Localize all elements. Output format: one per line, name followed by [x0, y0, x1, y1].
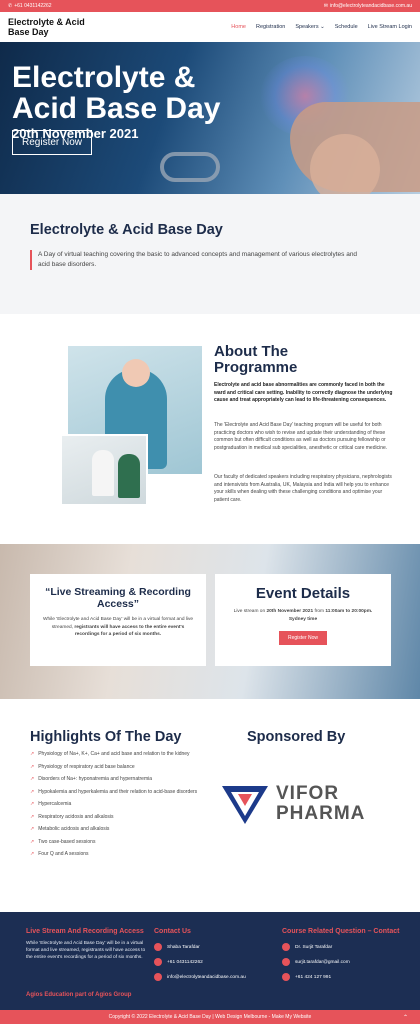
- arrow-icon: ↗: [30, 788, 35, 795]
- nav-home[interactable]: Home: [231, 24, 246, 30]
- about-paragraph-1: The 'Electrolyte and Acid Base Day' teac…: [214, 422, 388, 451]
- arrow-icon: ↗: [30, 801, 35, 807]
- phone-icon: [154, 958, 162, 966]
- nav-speakers[interactable]: Speakers ⌄: [295, 24, 324, 30]
- live-streaming-card: “Live Streaming & Recording Access” Whil…: [30, 574, 206, 666]
- event-details-heading: Event Details: [255, 585, 351, 602]
- copyright-bar: Copyright © 2022 Electrolyte & Acid Base…: [0, 1010, 420, 1024]
- intro-section: Electrolyte & Acid Base Day A Day of vir…: [0, 194, 420, 314]
- hero-title: Electrolyte & Acid Base Day: [12, 61, 221, 125]
- scroll-top-icon[interactable]: ⌃: [403, 1014, 408, 1021]
- footer: Live Stream And Recording Access While '…: [0, 912, 420, 1010]
- copyright-text: Copyright © 2022 Electrolyte & Acid Base…: [108, 1014, 312, 1020]
- vifor-pharma-logo[interactable]: VIFOR PHARMA: [222, 784, 365, 824]
- footer-contact-email[interactable]: info@electrolyteandacidbase.com.au: [154, 973, 274, 981]
- chevron-down-icon: ⌄: [320, 24, 325, 30]
- user-icon: [154, 943, 162, 951]
- email-contact[interactable]: ✉ info@electrolyteandacidbase.com.au: [324, 3, 412, 9]
- sponsored-heading: Sponsored By: [247, 729, 346, 745]
- intro-text: A Day of virtual teaching covering the b…: [30, 250, 370, 270]
- arrow-icon: ↗: [30, 838, 35, 845]
- agios-link[interactable]: Agios Education part of Agios Group: [26, 992, 131, 998]
- site-logo[interactable]: Electrolyte & Acid Base Day: [8, 17, 85, 37]
- event-details-card: Event Details Live stream on 20th Novemb…: [215, 574, 391, 666]
- arrow-icon: ↗: [30, 826, 35, 832]
- event-details-text: Live stream on 20th November 2021 from 1…: [233, 609, 373, 622]
- phone-contact[interactable]: ✆ +61 0431142262: [8, 3, 52, 9]
- footer-course-heading: Course Related Question – Contact: [282, 928, 400, 935]
- arrow-icon: ↗: [30, 851, 35, 857]
- footer-contact-phone[interactable]: +61 0431142262: [154, 958, 274, 966]
- list-item: ↗ Hypokalemia and hyperkalemia and their …: [30, 788, 198, 795]
- highlights-section: Highlights Of The Day Sponsored By ↗ Phys…: [0, 699, 420, 912]
- top-bar: ✆ +61 0431142262 ✉ info@electrolyteandacid…: [0, 0, 420, 12]
- live-streaming-text: While 'Electrolyte and Acid Base Day' wi…: [42, 617, 194, 637]
- footer-live-heading: Live Stream And Recording Access: [26, 928, 144, 935]
- list-item: ↗ Metabolic acidosis and alkalosis: [30, 826, 110, 832]
- event-register-button[interactable]: Register Now: [278, 631, 327, 645]
- event-section: “Live Streaming & Recording Access” Whil…: [0, 544, 420, 699]
- nurse-head: [122, 359, 150, 387]
- mail-icon: [154, 973, 162, 981]
- footer-col-contact: Contact Us Shaba Tarafdar +61 0431142262…: [154, 927, 274, 981]
- doctor-figure: [92, 450, 114, 496]
- about-lead-text: Electrolyte and acid base abnormalities …: [214, 382, 393, 403]
- register-now-button[interactable]: Register Now: [12, 130, 93, 155]
- live-streaming-heading: “Live Streaming & Recording Access”: [45, 586, 191, 610]
- about-section: About The Programme Electrolyte and acid …: [0, 314, 420, 544]
- footer-course-name: Dr. Surjit Tarafdar: [282, 943, 402, 951]
- list-item: ↗ Four Q and A sessions: [30, 851, 89, 857]
- user-icon: [282, 943, 290, 951]
- footer-contact-name: Shaba Tarafdar: [154, 943, 274, 951]
- footer-contact-heading: Contact Us: [154, 928, 191, 935]
- vifor-wordmark: VIFOR PHARMA: [276, 783, 366, 824]
- vifor-mark-icon: [222, 786, 268, 824]
- arrow-icon: ↗: [30, 763, 35, 770]
- highlights-list: ↗ Physiology of Na+, K+, Ca+ and acid bas…: [30, 751, 210, 864]
- navbar: Electrolyte & Acid Base Day Home Registr…: [0, 12, 420, 42]
- about-paragraph-2: Our faculty of dedicated speakers includ…: [214, 474, 392, 503]
- nav-live-stream-login[interactable]: Live Stream Login: [368, 24, 412, 30]
- doctor-figure-2: [118, 454, 140, 498]
- footer-col-course: Course Related Question – Contact Dr. Su…: [282, 927, 402, 981]
- list-item: ↗ Hypercalcemia: [30, 801, 72, 807]
- mail-icon: ✉: [323, 3, 328, 9]
- stethoscope-image: [160, 152, 220, 182]
- phone-icon: ✆: [8, 3, 13, 9]
- arrow-icon: ↗: [30, 776, 35, 782]
- footer-live-text: While 'Electrolyte and Acid Base Day' wi…: [26, 941, 146, 960]
- list-item: ↗ Physiology of Na+, K+, Ca+ and acid bas…: [30, 751, 190, 757]
- list-item: ↗ Two case-based sessions: [30, 838, 96, 845]
- main-menu: Home Registration Speakers ⌄ Schedule Li…: [231, 24, 412, 30]
- doctors-photo: [60, 434, 148, 506]
- mail-icon: [282, 958, 290, 966]
- intro-heading: Electrolyte & Acid Base Day: [30, 222, 223, 238]
- nav-registration[interactable]: Registration: [256, 24, 285, 30]
- footer-course-phone[interactable]: +61 424 127 991: [282, 973, 402, 981]
- list-item: ↗ Disorders of Na+: hyponatremia and hype…: [30, 776, 153, 782]
- phone-icon: [282, 973, 290, 981]
- highlights-heading: Highlights Of The Day: [30, 729, 182, 745]
- arrow-icon: ↗: [30, 751, 35, 757]
- nav-schedule[interactable]: Schedule: [335, 24, 358, 30]
- hero-banner: Electrolyte & Acid Base Day 20th November…: [0, 42, 420, 194]
- footer-col-live: Live Stream And Recording Access While '…: [26, 927, 146, 961]
- list-item: ↗ Physiology of respiratory acid base bal…: [30, 763, 135, 770]
- arrow-icon: ↗: [30, 813, 35, 820]
- about-heading: About The Programme: [214, 343, 298, 376]
- list-item: ↗ Respiratory acidosis and alkalosis: [30, 813, 114, 820]
- footer-course-email[interactable]: surjit.tarafdar@gmail.com: [282, 958, 402, 966]
